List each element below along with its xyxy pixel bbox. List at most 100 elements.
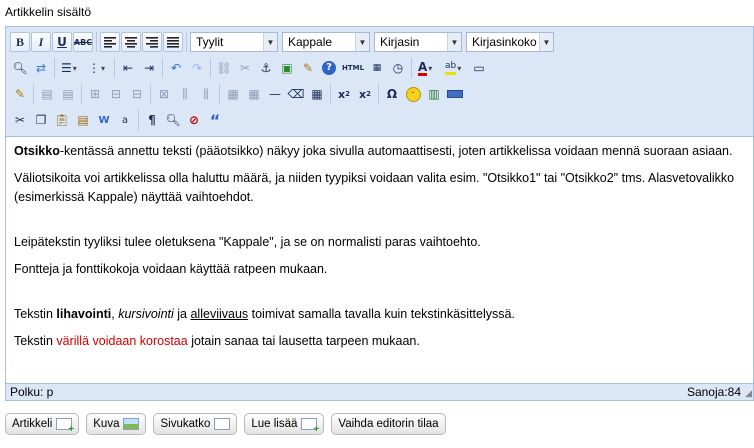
preview-icon[interactable]: 🔍︎ [163,110,183,130]
paragraph-format-label: Kappale [288,35,333,49]
hr-advanced-icon[interactable] [445,84,465,104]
indent-icon[interactable]: ⇥ [139,58,159,78]
numbered-list-icon[interactable]: ⋮ [85,58,111,78]
superscript-icon[interactable]: x2 [355,84,375,104]
cell-props-icon[interactable]: ▤ [58,84,78,104]
visual-aid-icon[interactable]: ▦ [307,84,327,104]
redo-icon[interactable]: ↷ [187,58,207,78]
read-more-label: Lue lisää [251,418,298,430]
show-blocks-icon[interactable]: ¶ [142,110,162,130]
insert-image-button[interactable]: Kuva [86,413,147,435]
subscript-icon[interactable]: x2 [334,84,354,104]
delete-row-icon[interactable]: ⊠ [154,84,174,104]
paragraph-text: Tekstin [14,334,57,348]
remove-format-icon[interactable]: ⊘ [184,110,204,130]
image-icon[interactable]: ▣ [277,58,297,78]
replace-icon[interactable]: ⇄ [31,58,51,78]
editor-action-buttons: Artikkeli Kuva Sivukatko Lue lisää Vaihd… [5,413,446,435]
font-color-icon[interactable]: A [415,58,441,78]
paste-text-icon[interactable]: ▤ [73,110,93,130]
link-icon[interactable]: ⛓ [214,58,234,78]
document-add-icon [56,418,74,435]
col-after-icon[interactable]: ⫼ [196,84,216,104]
blockquote-icon[interactable]: “ [205,110,225,130]
anchor-icon[interactable]: ⚓ [256,58,276,78]
insert-date-icon[interactable]: ▦ [367,58,387,78]
insert-row-after-icon[interactable]: ⊟ [127,84,147,104]
insert-row-before-icon[interactable]: ⊟ [106,84,126,104]
editor-toolbar: B I U ABC Tyylit ▼ Kappale ▼ Kirjasin ▼ … [6,27,753,137]
underline-icon[interactable]: U [52,32,72,52]
paragraph-text: toimivat samalla tavalla kuin tekstinkäs… [248,307,515,321]
insert-table-icon[interactable]: ✎ [10,84,30,104]
toolbar-separator [378,84,379,104]
unlink-icon[interactable]: ✂ [235,58,255,78]
chevron-down-icon: ▼ [355,33,369,51]
toolbar-separator [138,110,139,130]
row-props-icon[interactable]: ⊞ [85,84,105,104]
font-family-label: Kirjasin [380,35,420,49]
toggle-editor-button[interactable]: Vaihda editorin tilaa [331,413,446,435]
select-all-icon[interactable]: a [115,110,135,130]
col-before-icon[interactable]: ⫼ [175,84,195,104]
read-more-button[interactable]: Lue lisää [244,413,325,435]
media-icon[interactable]: ▥ [424,84,444,104]
insert-article-label: Artikkeli [12,418,53,430]
align-right-icon[interactable] [142,32,162,52]
table-props-icon[interactable]: ▤ [37,84,57,104]
document-add-icon [301,418,319,435]
resize-grip-icon[interactable]: ◢ [745,388,752,399]
copy-icon[interactable]: ❐ [31,110,51,130]
find-icon[interactable]: 🔍︎ [10,58,30,78]
chevron-down-icon: ▼ [263,33,277,51]
horizontal-rule-icon[interactable]: — [265,84,285,104]
paragraph-1: Otsikko-kentässä annettu teksti (pääotsi… [14,142,745,161]
insert-image-label: Kuva [93,418,120,430]
font-family-dropdown[interactable]: Kirjasin ▼ [374,32,462,52]
bold-icon[interactable]: B [10,32,30,52]
bold-text: lihavointi [56,307,112,321]
element-path[interactable]: Polku: p [10,385,53,399]
paragraph-text: -kentässä annettu teksti (pääotsikko) nä… [59,144,733,158]
highlight-color-icon[interactable]: ab [442,58,468,78]
paste-word-icon[interactable]: W [94,110,114,130]
html-icon[interactable]: HTML [340,58,366,78]
toolbar-separator [219,84,220,104]
cleanup-icon[interactable]: ✎ [298,58,318,78]
paragraph-format-dropdown[interactable]: Kappale ▼ [282,32,370,52]
toolbar-row-2: 🔍︎ ⇄ ☰ ⋮ ⇤ ⇥ ↶ ↷ ⛓ ✂ ⚓ ▣ [10,55,751,81]
outdent-icon[interactable]: ⇤ [118,58,138,78]
toolbar-separator [210,58,211,78]
split-cells-icon[interactable]: ▦ [223,84,243,104]
red-highlighted-text: värillä voidaan korostaa [56,334,188,348]
paragraph-6: Tekstin värillä voidaan korostaa jotain … [14,332,745,351]
italic-icon[interactable]: I [31,32,51,52]
bullet-list-icon[interactable]: ☰ [58,58,84,78]
eraser-icon[interactable]: ⌫ [286,84,306,104]
word-count: Sanoja:84 [686,385,741,399]
page-break-button[interactable]: Sivukatko [153,413,238,435]
align-justify-icon[interactable] [163,32,183,52]
rich-text-editor: B I U ABC Tyylit ▼ Kappale ▼ Kirjasin ▼ … [5,26,754,401]
emoticon-icon[interactable]: ᵕ [403,84,423,104]
insert-time-icon[interactable]: ◷ [388,58,408,78]
align-left-icon[interactable] [100,32,120,52]
align-center-icon[interactable] [121,32,141,52]
page-break-label: Sivukatko [160,418,211,430]
paste-icon[interactable]: 📋︎ [52,110,72,130]
undo-icon[interactable]: ↶ [166,58,186,78]
styles-dropdown[interactable]: Tyylit ▼ [190,32,278,52]
toolbar-separator [81,84,82,104]
picture-icon [123,418,140,430]
special-char-icon[interactable]: Ω [382,84,402,104]
insert-article-button[interactable]: Artikkeli [5,413,80,435]
fullscreen-icon[interactable]: ▭ [469,58,489,78]
font-size-dropdown[interactable]: Kirjasinkoko ▼ [466,32,554,52]
cut-icon[interactable]: ✂ [10,110,30,130]
editor-content-area[interactable]: Otsikko-kentässä annettu teksti (pääotsi… [6,137,753,391]
toolbar-separator [114,58,115,78]
strikethrough-icon[interactable]: ABC [73,32,93,52]
toolbar-row-3: ✎ ▤ ▤ ⊞ ⊟ ⊟ ⊠ ⫼ ⫼ ▦ ▦ — ⌫ ▦ x 2 x 2 Ω ᵕ … [10,81,751,107]
help-icon[interactable]: ? [319,58,339,78]
merge-cells-icon[interactable]: ▦ [244,84,264,104]
